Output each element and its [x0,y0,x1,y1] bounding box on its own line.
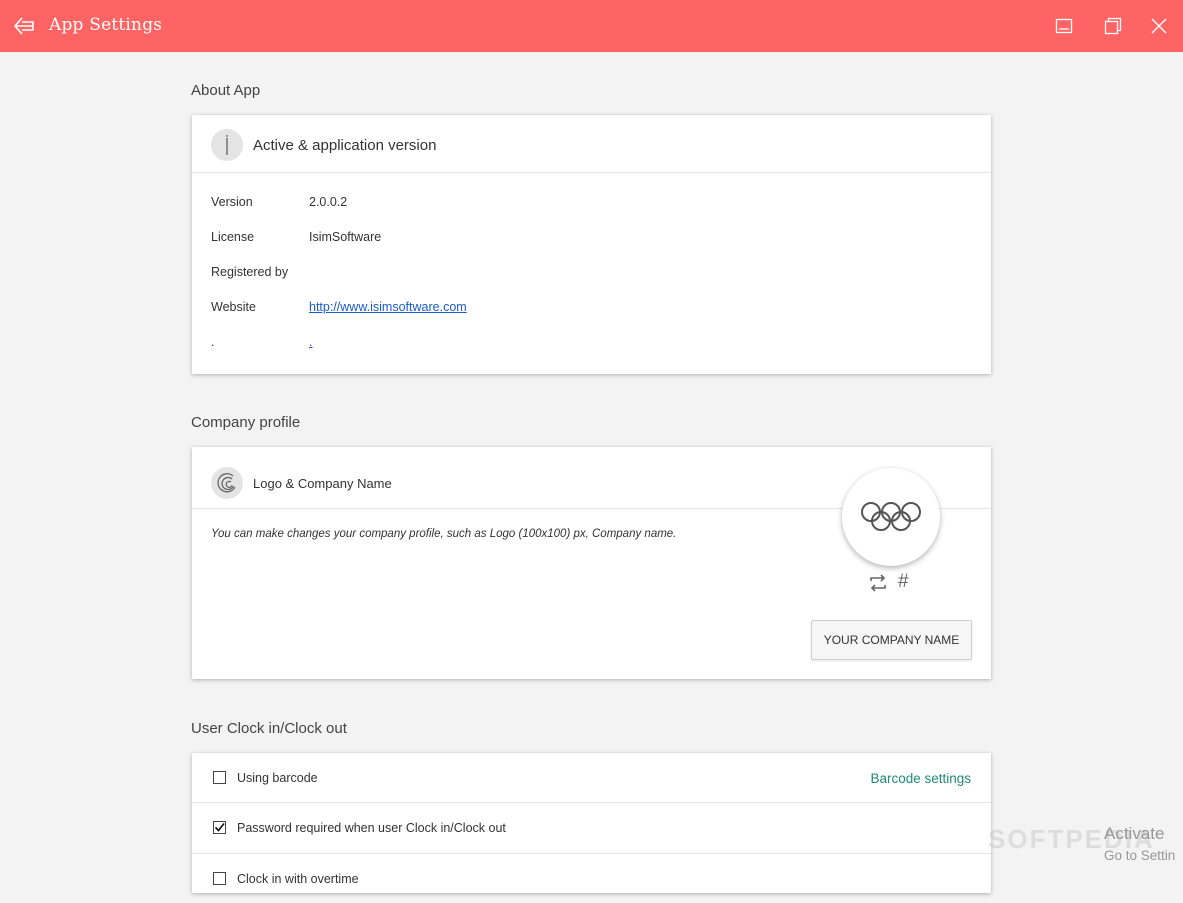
version-label: Version [211,195,253,209]
minimize-button[interactable] [1053,15,1075,37]
version-value: 2.0.0.2 [309,195,348,209]
maximize-button[interactable] [1102,15,1124,37]
logo-actions: # [868,571,928,593]
extra-label: . [211,335,215,349]
hash-icon[interactable]: # [898,571,909,593]
activate-windows-title: Activate [1104,824,1165,843]
about-section-title: About App [191,82,261,99]
olympic-rings-icon [861,502,921,531]
barcode-settings-link[interactable]: Barcode settings [870,771,971,786]
company-card: Logo & Company Name You can make changes… [192,447,991,679]
website-label: Website [211,300,256,314]
option-using-barcode: Using barcode Barcode settings [192,753,991,803]
clock-in-overtime-label: Clock in with overtime [237,872,359,886]
password-required-checkbox[interactable] [213,821,226,834]
checkmark-icon [214,823,225,832]
using-barcode-label: Using barcode [237,771,318,785]
company-name-button[interactable]: YOUR COMPANY NAME [811,620,972,660]
company-section-title: Company profile [191,414,301,431]
window-title: App Settings [49,15,163,35]
swap-icon[interactable] [868,573,888,598]
company-logo[interactable] [842,468,940,566]
company-card-heading: Logo & Company Name [253,476,392,491]
password-required-label: Password required when user Clock in/Clo… [237,821,506,835]
back-arrow-icon[interactable] [12,14,36,38]
title-bar: App Settings [0,0,1183,52]
license-label: License [211,230,255,244]
option-password-required: Password required when user Clock in/Clo… [192,803,991,854]
using-barcode-checkbox[interactable] [213,771,226,784]
about-card-heading: Active & application version [253,137,437,154]
info-icon [211,129,243,161]
extra-link[interactable]: . [309,335,312,349]
about-card: Active & application version Version 2.0… [192,115,991,374]
about-card-header: Active & application version [192,115,991,173]
clock-card: Using barcode Barcode settings Password … [192,753,991,893]
website-link[interactable]: http://www.isimsoftware.com [309,300,467,314]
activate-windows-subtitle: Go to Settin [1104,848,1176,863]
logo-icon [211,467,243,499]
company-description: You can make changes your company profil… [211,528,677,540]
clock-section-title: User Clock in/Clock out [191,720,347,737]
registered-by-label: Registered by [211,265,289,279]
close-button[interactable] [1148,15,1170,37]
license-value: IsimSoftware [309,230,382,244]
